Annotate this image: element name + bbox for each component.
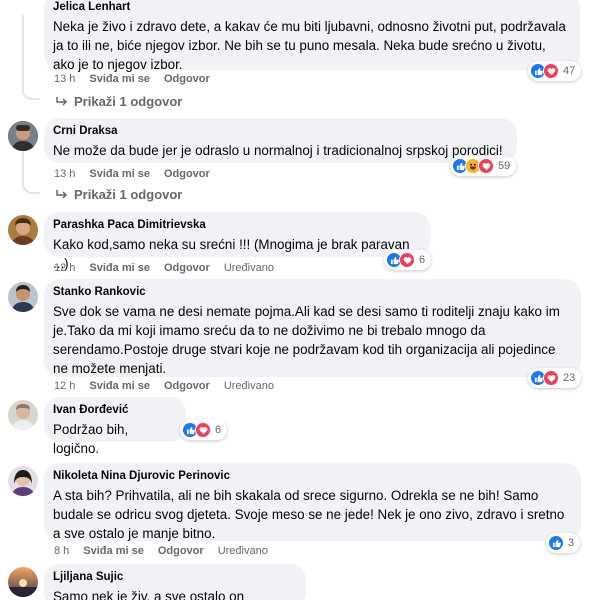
reply-button[interactable]: Odgovor [164,262,210,274]
reaction-summary[interactable]: 59 [450,156,517,176]
comment-actions: 8 h Sviđa mi se Odgovor Uređivano [54,545,282,557]
comment-time[interactable]: 13 h [54,73,75,85]
love-reaction-icon [543,63,559,79]
comment-text: Samo nek je živ, a sve ostalo on odlučuj… [53,589,245,600]
like-button[interactable]: Sviđa mi se [83,545,144,557]
comment-author[interactable]: Nikoleta Nina Djurovic Perinovic [53,469,569,484]
comment-bubble: Ivan Đorđević Podržao bih, logično. [44,397,186,456]
thread-line [22,148,40,194]
love-reaction-icon [478,158,494,174]
like-button[interactable]: Sviđa mi se [89,380,150,392]
comment-text: A sta bih? Prihvatila, ali ne bih skakal… [53,488,565,541]
edited-label: Uređivano [223,380,274,392]
comment-bubble: Nikoleta Nina Djurovic Perinovic A sta b… [44,463,581,541]
avatar[interactable] [8,215,38,245]
comment-actions: 12 h Sviđa mi se Odgovor Uređivano [54,380,288,392]
reply-button[interactable]: Odgovor [164,380,210,392]
comment-text: Neka je živo i zdravo dete, a kakav će m… [53,19,566,72]
love-reaction-icon [195,422,211,438]
show-replies-label: Prikaži 1 odgovor [74,187,183,202]
reaction-summary[interactable]: 47 [528,61,582,81]
avatar[interactable] [8,282,38,312]
love-reaction-icon [543,370,559,386]
edited-label: Uređivano [217,545,268,557]
comment-time[interactable]: 8 h [54,545,69,557]
reply-arrow-icon [56,189,68,199]
show-replies-label: Prikaži 1 odgovor [74,94,183,109]
comment-text: Sve dok se vama ne desi nemate pojma.Ali… [53,304,560,376]
comment-bubble: Parashka Paca Dimitrievska Kako kod,samo… [44,212,430,271]
comment-bubble: Stanko Rankovic Sve dok se vama ne desi … [44,279,581,377]
reaction-summary[interactable]: 6 [180,420,228,440]
avatar[interactable] [8,567,38,597]
reaction-summary[interactable]: 3 [546,533,581,553]
reaction-count: 6 [215,424,222,436]
comment-bubble: Ljiljana Sujic Samo nek je živ, a sve os… [44,564,306,600]
comment-time[interactable]: 12 h [54,380,75,392]
reaction-count: 47 [563,65,576,77]
comment-actions: 13 h Sviđa mi se Odgovor [54,73,224,85]
love-reaction-icon [399,252,415,268]
reply-button[interactable]: Odgovor [158,545,204,557]
comment-text: Podržao bih, logično. [53,422,129,456]
comment-time[interactable]: 13 h [54,168,75,180]
reaction-count: 3 [568,537,575,549]
like-button[interactable]: Sviđa mi se [89,73,150,85]
thread-line [22,14,40,100]
comment-author[interactable]: Stanko Rankovic [53,285,569,300]
reply-arrow-icon [56,96,68,106]
comment-author[interactable]: Parashka Paca Dimitrievska [53,218,418,233]
reply-button[interactable]: Odgovor [164,73,210,85]
like-button[interactable]: Sviđa mi se [89,262,150,274]
like-reaction-icon [548,535,564,551]
avatar[interactable] [8,466,38,496]
reaction-summary[interactable]: 23 [528,368,582,388]
comment-text: Ne može da bude jer je odraslo u normaln… [53,143,503,158]
like-button[interactable]: Sviđa mi se [89,168,150,180]
comment-bubble: Jelica Lenhart Neka je živo i zdravo det… [44,0,580,72]
reply-button[interactable]: Odgovor [164,168,210,180]
comment-actions: 13 h Sviđa mi se Odgovor [54,168,224,180]
avatar[interactable] [8,121,38,151]
comment-author[interactable]: Crni Draksa [53,124,505,139]
reaction-count: 59 [498,160,511,172]
comment-author[interactable]: Ivan Đorđević [53,403,174,418]
comment-author[interactable]: Jelica Lenhart [53,0,568,15]
show-replies-link[interactable]: Prikaži 1 odgovor [56,94,182,109]
show-replies-link[interactable]: Prikaži 1 odgovor [56,187,182,202]
reaction-count: 23 [563,372,576,384]
comment-actions: 12 h Sviđa mi se Odgovor Uređivano [54,262,288,274]
comment-author[interactable]: Ljiljana Sujic [53,570,294,585]
reaction-count: 6 [419,254,426,266]
edited-label: Uređivano [223,262,274,274]
reaction-summary[interactable]: 6 [384,250,432,270]
comment-time[interactable]: 12 h [54,262,75,274]
comment-bubble: Crni Draksa Ne može da bude jer je odras… [44,118,517,163]
avatar[interactable] [8,400,38,430]
